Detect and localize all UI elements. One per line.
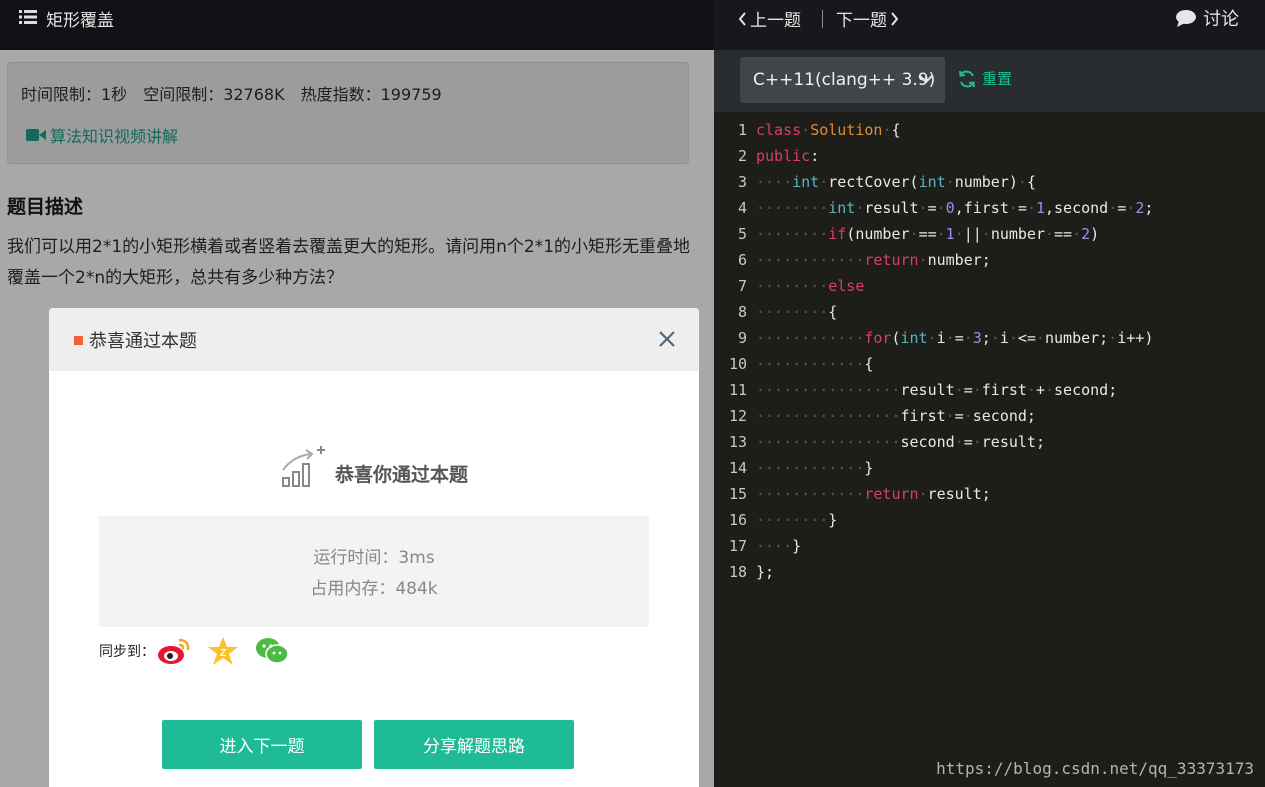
line-number: 4 [737, 199, 747, 217]
line-number: 16 [728, 511, 747, 529]
line-number: 14 [728, 459, 747, 477]
sync-label: 同步到： [99, 644, 155, 660]
code-text[interactable]: ········if(number·==·1·||·number·==·2) [756, 221, 1099, 247]
problem-pane: 矩形覆盖 时间限制：1秒 空间限制：32768K 热度指数：199759 算法知识视… [0, 0, 714, 787]
chevron-down-icon [919, 75, 933, 84]
next-problem-label: 下一题 [836, 11, 887, 31]
line-number: 18 [728, 563, 747, 581]
code-text[interactable]: ····} [756, 533, 801, 559]
problem-header: 矩形覆盖 [0, 0, 714, 50]
code-text[interactable]: ········} [756, 507, 837, 533]
limits-line: 时间限制：1秒 空间限制：32768K 热度指数：199759 [21, 81, 458, 105]
modal-title: 恭喜通过本题 [89, 331, 197, 352]
editor-toolbar: C++11(clang++ 3.9) 重置 [714, 50, 1265, 112]
code-text[interactable]: ············return·result; [756, 481, 991, 507]
prev-problem-label: 上一题 [750, 11, 801, 31]
discuss-label: 讨论 [1203, 9, 1239, 30]
chat-bubble-icon [1176, 9, 1196, 27]
qzone-icon[interactable]: Z [207, 636, 239, 666]
code-text[interactable]: ········{ [756, 299, 837, 325]
modal-marker [74, 336, 83, 345]
video-camera-icon [26, 129, 46, 141]
code-text[interactable]: }; [756, 559, 774, 585]
runtime-stat: 运行时间：3ms [313, 548, 435, 568]
line-number: 9 [737, 329, 747, 347]
line-number: 10 [728, 355, 747, 373]
code-text[interactable]: ············return·number; [756, 247, 991, 273]
line-number: 7 [737, 277, 747, 295]
discuss-link[interactable]: 讨论 [1175, 5, 1239, 31]
problem-info-card: 时间限制：1秒 空间限制：32768K 热度指数：199759 算法知识视频讲解 [7, 62, 689, 164]
modal-header: 恭喜通过本题 [49, 308, 699, 371]
code-text[interactable]: class·Solution·{ [756, 117, 901, 143]
description-heading: 题目描述 [7, 196, 84, 218]
close-icon[interactable] [657, 329, 677, 349]
line-number: 17 [728, 537, 747, 555]
description-text: 我们可以用2*1的小矩形横着或者竖着去覆盖更大的矩形。请问用n个2*1的小矩形无… [7, 237, 691, 288]
editor-header: 上一题 下一题 讨论 [714, 0, 1265, 50]
video-lecture-label: 算法知识视频讲解 [50, 127, 179, 146]
watermark: https://blog.csdn.net/qq_33373173 [936, 759, 1254, 778]
editor-pane: 上一题 下一题 讨论 C++11(clang++ 3.9) 重置 1 class… [714, 0, 1265, 787]
line-number: 6 [737, 251, 747, 269]
next-problem-link[interactable]: 下一题 [836, 6, 899, 31]
nav-divider [822, 10, 823, 28]
code-editor[interactable]: 1 class·Solution·{ 2 public: 3 ····int·rectCo… [714, 112, 1265, 787]
congrats-text: 恭喜你通过本题 [335, 464, 469, 486]
heat-index: 热度指数：199759 [300, 85, 442, 104]
reset-button[interactable]: 重置 [957, 68, 1012, 89]
line-number: 12 [728, 407, 747, 425]
line-number: 13 [728, 433, 747, 451]
line-number: 2 [737, 147, 747, 165]
problem-title: 矩形覆盖 [46, 11, 114, 31]
line-number: 1 [737, 121, 747, 139]
code-text[interactable]: ················first·=·second; [756, 403, 1036, 429]
chevron-left-icon [738, 11, 746, 26]
code-text[interactable]: ········int·result·=·0,first·=·1,second·… [756, 195, 1153, 221]
line-number: 5 [737, 225, 747, 243]
chevron-right-icon [891, 11, 899, 26]
video-lecture-link[interactable]: 算法知识视频讲解 [26, 123, 178, 147]
wechat-icon[interactable] [255, 636, 289, 666]
next-problem-button[interactable]: 进入下一题 [162, 720, 362, 769]
line-number: 8 [737, 303, 747, 321]
code-text[interactable]: ········else [756, 273, 864, 299]
weibo-icon[interactable] [157, 636, 191, 666]
code-text[interactable]: ············} [756, 455, 873, 481]
success-chart-icon [282, 446, 325, 487]
congrats-block: 恭喜你通过本题 [281, 446, 468, 488]
line-number: 15 [728, 485, 747, 503]
code-text[interactable]: ············for(int·i·=·3;·i·<=·number;·… [756, 325, 1153, 351]
code-text[interactable]: ············{ [756, 351, 873, 377]
list-icon [19, 10, 37, 24]
svg-text:Z: Z [220, 648, 226, 659]
reset-label: 重置 [982, 70, 1013, 88]
language-value: C++11(clang++ 3.9) [753, 70, 936, 90]
memory-stat: 占用内存：484k [310, 579, 438, 599]
share-solution-button[interactable]: 分享解题思路 [374, 720, 574, 769]
result-stats: 运行时间：3ms 占用内存：484k [99, 516, 649, 627]
refresh-icon [959, 70, 975, 87]
language-select[interactable]: C++11(clang++ 3.9) [740, 57, 945, 103]
time-limit: 时间限制：1秒 [21, 85, 128, 104]
share-sync-row: 同步到： Z [99, 636, 305, 666]
code-text[interactable]: ················result·=·first·+·second; [756, 377, 1117, 403]
prev-problem-link[interactable]: 上一题 [738, 6, 801, 31]
success-modal: 恭喜通过本题 恭喜你通过本题 运行时间：3ms 占用内存：484k 同步到： Z… [49, 308, 699, 787]
code-text[interactable]: ················second·=·result; [756, 429, 1045, 455]
space-limit: 空间限制：32768K [143, 85, 285, 104]
code-text[interactable]: public: [756, 143, 819, 169]
code-text[interactable]: ····int·rectCover(int·number)·{ [756, 169, 1036, 195]
line-number: 3 [737, 173, 747, 191]
line-number: 11 [728, 381, 747, 399]
